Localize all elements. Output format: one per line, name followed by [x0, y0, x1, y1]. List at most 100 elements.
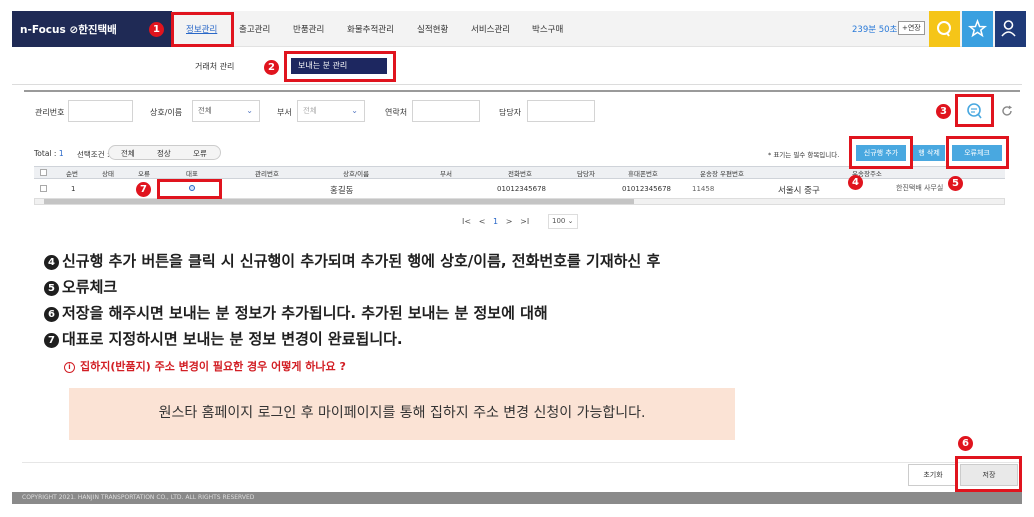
refresh-icon[interactable]	[1000, 103, 1014, 117]
col-name[interactable]: 상호/이름	[343, 168, 369, 178]
condition-label: 선택조건 :	[77, 150, 110, 159]
highlight-nav-info	[171, 12, 234, 47]
contact-input[interactable]	[412, 100, 480, 122]
nav-item-service[interactable]: 서비스관리	[471, 23, 510, 35]
instruction-step-5: 5 오류체크	[44, 276, 117, 297]
highlight-submenu-sender	[284, 51, 396, 82]
next-page-button[interactable]: >	[506, 217, 513, 226]
cell-phone[interactable]: 01012345678	[497, 185, 546, 193]
highlight-save	[955, 456, 1022, 492]
highlight-add-row	[849, 136, 913, 169]
nav-item-shipment[interactable]: 출고관리	[239, 23, 270, 35]
manager-label: 담당자	[499, 108, 522, 117]
cell-mobile[interactable]: 01012345678	[622, 185, 671, 193]
faq-text: 집하지(반품지) 주소 변경이 필요한 경우 어떻게 하나요 ?	[80, 360, 346, 373]
mgmt-no-input[interactable]	[68, 100, 133, 122]
instruction-step-7: 7 대표로 지정하시면 보내는 분 정보 변경이 완료됩니다.	[44, 328, 403, 349]
highlight-representative	[157, 179, 222, 199]
col-dept[interactable]: 부서	[440, 168, 452, 178]
page-size-value: 100	[552, 217, 566, 225]
step-number: 7	[44, 333, 59, 348]
nav-item-tracking[interactable]: 화물추적관리	[347, 23, 394, 35]
cell-zip[interactable]: 11458	[692, 185, 714, 193]
chevron-down-icon: ⌄	[246, 106, 253, 115]
nav-item-box-purchase[interactable]: 박스구매	[532, 23, 563, 35]
cell-address[interactable]: 서울시 중구	[778, 184, 820, 196]
col-mgmt-no[interactable]: 관리번호	[255, 168, 279, 178]
screen: n-Focus ⊘한진택배 정보관리 출고관리 반품관리 화물추적관리 실적현황…	[0, 0, 1034, 517]
manager-input[interactable]	[527, 100, 595, 122]
col-error[interactable]: 오류	[138, 168, 150, 178]
instruction-step-4: 4 신규행 추가 버튼을 클릭 시 신규행이 추가되며 추가된 행에 상호/이름,…	[44, 250, 660, 271]
col-zip[interactable]: 운송장 우편번호	[700, 168, 744, 178]
col-representative[interactable]: 대표	[186, 168, 198, 178]
info-icon: i	[64, 362, 75, 373]
col-phone[interactable]: 전화번호	[508, 168, 532, 178]
current-page[interactable]: 1	[493, 217, 498, 226]
step-number: 6	[44, 307, 59, 322]
reset-button[interactable]: 초기화	[908, 464, 958, 486]
total-value: 1	[58, 149, 64, 158]
mgmt-no-label: 관리번호	[35, 108, 65, 117]
prev-page-button[interactable]: <	[479, 217, 486, 226]
row-checkbox[interactable]	[40, 185, 47, 192]
step-text: 저장을 해주시면 보내는 분 정보가 추가됩니다. 추가된 보내는 분 정보에 …	[62, 304, 548, 322]
page-size-select[interactable]: 100 ⌄	[548, 214, 578, 229]
filter-all[interactable]: 전체	[121, 148, 135, 159]
filter-normal[interactable]: 정상	[157, 148, 171, 159]
nav-item-returns[interactable]: 반품관리	[293, 23, 324, 35]
highlight-error-check	[946, 136, 1009, 169]
col-manager[interactable]: 담당자	[577, 168, 595, 178]
delete-row-button[interactable]: 행 삭제	[913, 145, 945, 161]
divider	[22, 462, 1022, 463]
submenu-client-management[interactable]: 거래처 관리	[195, 61, 234, 72]
contact-label: 연락처	[385, 108, 408, 117]
step-text: 오류체크	[62, 278, 118, 296]
step-text: 대표로 지정하시면 보내는 분 정보 변경이 완료됩니다.	[62, 330, 403, 348]
dept-select-value: 전체	[303, 106, 317, 115]
chevron-down-icon: ⌄	[351, 106, 358, 115]
filter-error[interactable]: 오류	[193, 148, 207, 159]
marker-6: 6	[958, 436, 973, 451]
col-status[interactable]: 상태	[102, 168, 114, 178]
app-logo[interactable]: n-Focus ⊘한진택배	[20, 22, 117, 37]
user-icon[interactable]	[995, 11, 1026, 47]
marker-4: 4	[848, 175, 863, 190]
extend-session-button[interactable]: +연장	[898, 21, 925, 35]
pagination: I< < 1 > >I	[462, 217, 529, 226]
marker-1: 1	[149, 22, 164, 37]
step-text: 신규행 추가 버튼을 클릭 시 신규행이 추가되며 추가된 행에 상호/이름, …	[62, 252, 661, 270]
marker-5: 5	[948, 176, 963, 191]
cell-address-detail[interactable]: 한진택배 사무실	[896, 183, 943, 193]
copyright-text: COPYRIGHT 2021. HANJIN TRANSPORTATION CO…	[22, 494, 255, 501]
name-select[interactable]: 전체 ⌄	[192, 100, 260, 122]
step-number: 5	[44, 281, 59, 296]
star-icon[interactable]	[962, 11, 993, 47]
name-label: 상호/이름	[150, 108, 183, 117]
cell-seq: 1	[71, 185, 76, 193]
marker-3: 3	[936, 104, 951, 119]
marker-7: 7	[136, 182, 151, 197]
total-count: Total : 1	[34, 149, 64, 158]
marker-2: 2	[264, 60, 279, 75]
scrollbar-thumb[interactable]	[44, 199, 634, 204]
required-note: * 표기는 필수 항목입니다.	[768, 151, 840, 159]
select-all-checkbox[interactable]	[40, 169, 47, 176]
dept-label: 부서	[277, 108, 292, 117]
step-number: 4	[44, 255, 59, 270]
dept-select[interactable]: 전체 ⌄	[297, 100, 365, 122]
faq-question: i 집하지(반품지) 주소 변경이 필요한 경우 어떻게 하나요 ?	[64, 358, 346, 374]
last-page-button[interactable]: >I	[520, 217, 529, 226]
highlight-search-button	[955, 94, 994, 127]
search-round-icon[interactable]	[929, 11, 960, 47]
cell-name[interactable]: 홍길동	[330, 184, 353, 196]
session-timer: 239분 50초	[852, 25, 898, 35]
col-seq[interactable]: 순번	[66, 168, 78, 178]
sub-menu-bar	[12, 47, 1022, 85]
name-select-value: 전체	[198, 106, 212, 115]
faq-answer-text: 원스타 홈페이지 로그인 후 마이페이지를 통해 집하지 주소 변경 신청이 가…	[158, 405, 646, 421]
col-mobile[interactable]: 휴대폰번호	[628, 168, 658, 178]
first-page-button[interactable]: I<	[462, 217, 471, 226]
nav-item-performance[interactable]: 실적현황	[417, 23, 448, 35]
instruction-step-6: 6 저장을 해주시면 보내는 분 정보가 추가됩니다. 추가된 보내는 분 정보에…	[44, 302, 548, 323]
